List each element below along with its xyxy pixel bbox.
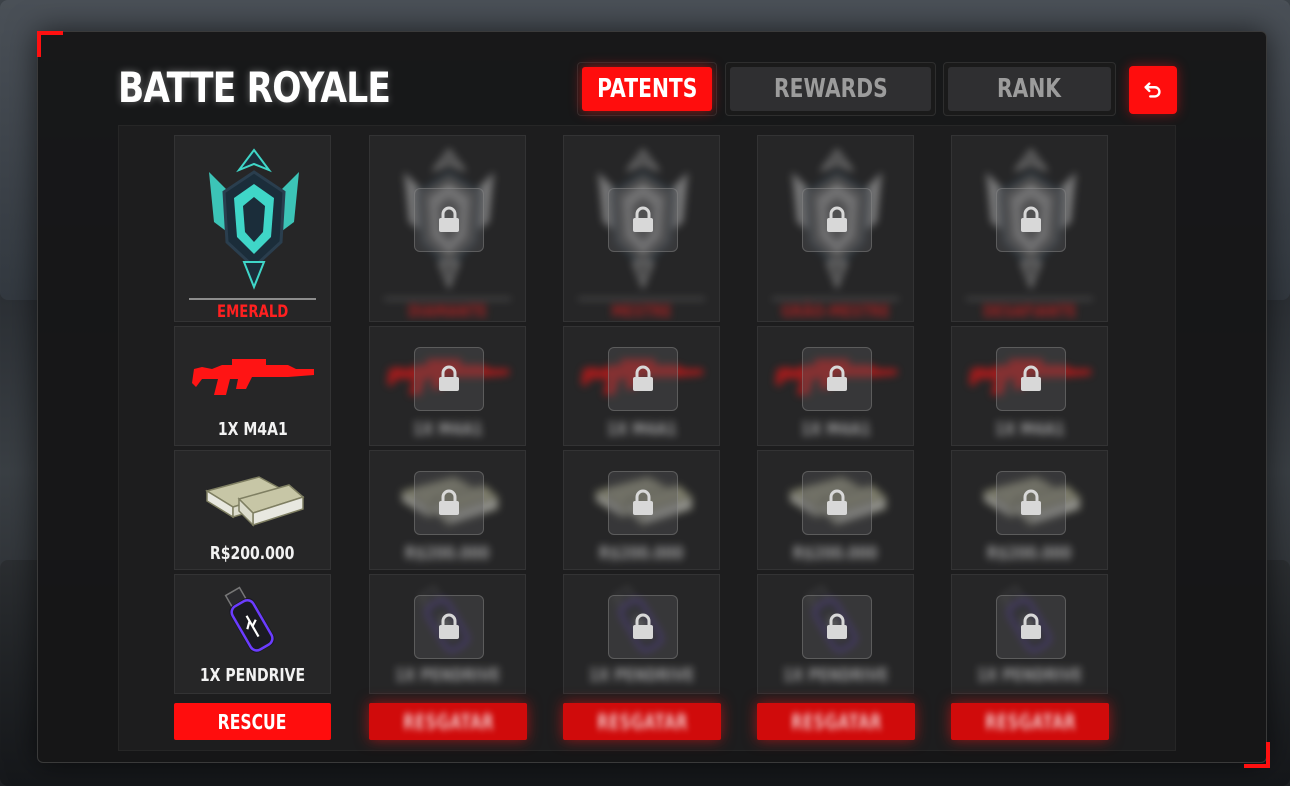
item-reward-label: 1X PENDRIVE: [782, 665, 889, 686]
emerald-rank-icon: [209, 148, 299, 290]
lock-icon: [439, 613, 459, 639]
tab-patents[interactable]: PATENTS: [582, 67, 712, 111]
reward-weapon-cell: 1X M4A1: [951, 326, 1108, 446]
lock-icon: [827, 365, 847, 391]
rank-divider: [189, 298, 316, 300]
reward-item-cell: 1X PENDRIVE: [951, 574, 1108, 694]
rank-divider: [384, 298, 511, 300]
weapon-reward-label: 1X M4A1: [412, 419, 483, 440]
reward-weapon-cell: 1X M4A1: [174, 326, 331, 446]
rifle-icon: [192, 359, 314, 395]
reward-money-cell: R$200.000: [757, 450, 914, 570]
locked-overlay: [802, 471, 872, 535]
money-reward-label: R$200.000: [987, 543, 1072, 564]
tab-patents-wrapper: PATENTS: [577, 62, 717, 116]
lock-icon: [1021, 365, 1041, 391]
reward-item-cell: 1X PENDRIVE: [563, 574, 720, 694]
weapon-reward-label: 1X M4A1: [606, 419, 677, 440]
locked-overlay: [414, 595, 484, 659]
lock-icon: [439, 489, 459, 515]
reward-item-cell: 1X PENDRIVE: [369, 574, 526, 694]
lock-icon: [633, 365, 653, 391]
weapon-reward-label: 1X M4A1: [217, 419, 288, 440]
page-title: BATTE ROYALE: [118, 63, 391, 112]
locked-overlay: [996, 188, 1066, 252]
locked-overlay: [414, 188, 484, 252]
item-reward-label: 1X PENDRIVE: [394, 665, 501, 686]
item-reward-label: 1X PENDRIVE: [976, 665, 1083, 686]
cash-stack-icon: [205, 476, 305, 527]
locked-overlay: [802, 595, 872, 659]
money-reward-label: R$200.000: [210, 543, 295, 564]
money-reward-label: R$200.000: [405, 543, 490, 564]
tab-rewards-wrapper: REWARDS: [725, 62, 936, 116]
reward-money-cell: R$200.000: [369, 450, 526, 570]
reward-money-cell: R$200.000: [174, 450, 331, 570]
lock-icon: [439, 365, 459, 391]
reward-rank-cell: GRÃO-MESTRE: [757, 135, 914, 322]
lock-icon: [827, 613, 847, 639]
rank-divider: [966, 298, 1093, 300]
lock-icon: [827, 489, 847, 515]
reward-money-cell: R$200.000: [563, 450, 720, 570]
reward-weapon-cell: 1X M4A1: [757, 326, 914, 446]
money-reward-label: R$200.000: [599, 543, 684, 564]
rank-name: DESAFIANTE: [982, 302, 1077, 322]
corner-accent-bottom-right: [1244, 742, 1270, 768]
locked-overlay: [608, 595, 678, 659]
locked-overlay: [802, 347, 872, 411]
locked-overlay: [414, 347, 484, 411]
rank-divider: [772, 298, 899, 300]
money-reward-label: R$200.000: [793, 543, 878, 564]
claim-button-locked[interactable]: RESGATAR: [757, 703, 915, 740]
weapon-reward-label: 1X M4A1: [800, 419, 871, 440]
locked-overlay: [608, 188, 678, 252]
locked-overlay: [608, 347, 678, 411]
item-reward-label: 1X PENDRIVE: [199, 665, 306, 686]
tab-rank-wrapper: RANK: [943, 62, 1116, 116]
claim-button-locked[interactable]: RESGATAR: [563, 703, 721, 740]
reward-money-cell: R$200.000: [951, 450, 1108, 570]
lock-icon: [827, 206, 847, 232]
lock-icon: [1021, 206, 1041, 232]
pendrive-icon: [224, 586, 275, 653]
rank-name: DIAMANTE: [408, 302, 487, 322]
rank-name: EMERALD: [216, 302, 289, 322]
reward-rank-cell: EMERALD: [174, 135, 331, 322]
reward-rank-cell: MESTRE: [563, 135, 720, 322]
rank-name: GRÃO-MESTRE: [781, 302, 890, 322]
tab-rank[interactable]: RANK: [948, 67, 1111, 111]
rank-name: MESTRE: [611, 302, 672, 322]
lock-icon: [633, 489, 653, 515]
locked-overlay: [414, 471, 484, 535]
reward-rank-cell: DESAFIANTE: [951, 135, 1108, 322]
locked-overlay: [996, 347, 1066, 411]
claim-button-locked[interactable]: RESGATAR: [951, 703, 1109, 740]
locked-overlay: [608, 471, 678, 535]
lock-icon: [633, 613, 653, 639]
lock-icon: [439, 206, 459, 232]
back-button[interactable]: [1129, 66, 1177, 114]
lock-icon: [1021, 613, 1041, 639]
claim-button-locked[interactable]: RESGATAR: [369, 703, 527, 740]
locked-overlay: [996, 595, 1066, 659]
lock-icon: [1021, 489, 1041, 515]
reward-item-cell: 1X PENDRIVE: [757, 574, 914, 694]
lock-icon: [633, 206, 653, 232]
item-reward-label: 1X PENDRIVE: [588, 665, 695, 686]
undo-icon: [1144, 82, 1161, 98]
tab-rewards[interactable]: REWARDS: [730, 67, 931, 111]
reward-weapon-cell: 1X M4A1: [563, 326, 720, 446]
weapon-reward-label: 1X M4A1: [994, 419, 1065, 440]
corner-accent-top-left: [37, 31, 63, 57]
rescue-button[interactable]: RESCUE: [174, 703, 331, 740]
reward-item-cell: 1X PENDRIVE: [174, 574, 331, 694]
rank-divider: [578, 298, 705, 300]
locked-overlay: [996, 471, 1066, 535]
locked-overlay: [802, 188, 872, 252]
reward-weapon-cell: 1X M4A1: [369, 326, 526, 446]
reward-rank-cell: DIAMANTE: [369, 135, 526, 322]
